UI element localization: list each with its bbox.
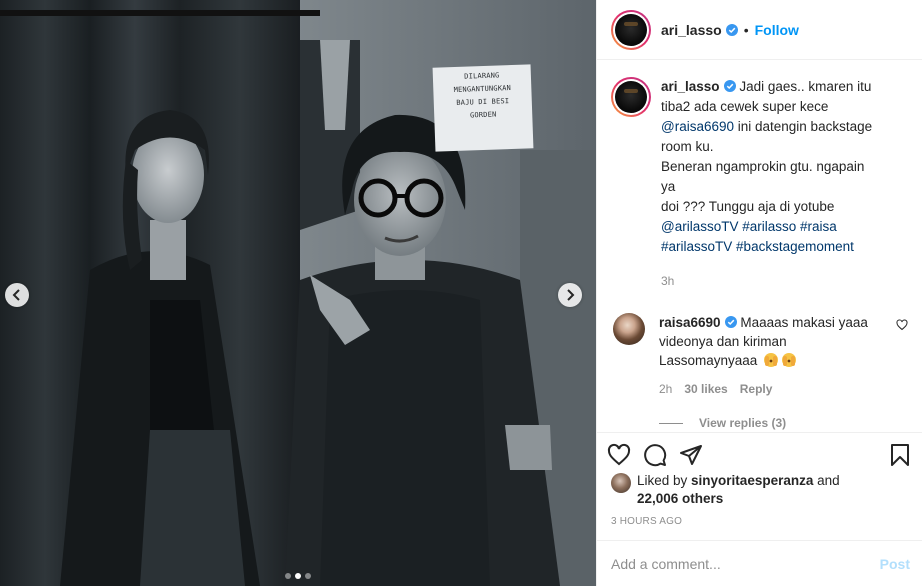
follow-button[interactable]: Follow — [755, 22, 799, 38]
chevron-left-icon — [12, 289, 20, 301]
heart-icon — [607, 443, 631, 466]
previous-image-button[interactable] — [5, 283, 29, 307]
caption-username[interactable]: ari_lasso — [661, 79, 720, 94]
commenter-username[interactable]: raisa6690 — [659, 315, 721, 330]
caption-text: room ku. — [661, 139, 714, 154]
comment-meta: 2h 30 likes Reply — [659, 382, 908, 396]
post-timestamp[interactable]: 3 HOURS AGO — [611, 516, 682, 527]
reply-button[interactable]: Reply — [740, 382, 773, 396]
likes-others-link[interactable]: 22,006 others — [637, 491, 723, 506]
verified-badge-icon — [724, 316, 737, 328]
face-with-hands-emoji-icon — [782, 353, 797, 367]
comment-like-heart-icon[interactable] — [896, 319, 908, 331]
like-button[interactable] — [607, 439, 643, 471]
view-replies-label: View replies (3) — [699, 416, 787, 430]
liker-avatar[interactable] — [611, 473, 631, 493]
post-actions-bar — [597, 432, 922, 472]
likes-text: Liked by sinyoritaesperanza and 22,006 o… — [637, 472, 840, 508]
carousel-dot-active — [295, 573, 301, 579]
save-button[interactable] — [876, 439, 912, 471]
comment-text: videonya dan kiriman — [659, 334, 787, 349]
caption-author-avatar[interactable] — [611, 77, 651, 117]
hashtag-link[interactable]: #raisa — [800, 219, 837, 234]
comments-section[interactable]: ari_lasso Jadi gaes.. kmaren itu tiba2 a… — [597, 61, 922, 431]
backstage-sign: DILARANG MENGANTUNGKAN BAJU DI BESI GORD… — [432, 64, 534, 152]
carousel-dot — [285, 573, 291, 579]
carousel-indicator — [0, 573, 596, 579]
caption-body: ari_lasso Jadi gaes.. kmaren itu tiba2 a… — [661, 77, 881, 291]
add-comment-bar: Post — [597, 540, 922, 586]
mention-link[interactable]: @arilassoTV — [661, 219, 738, 234]
hashtag-link[interactable]: #backstagemoment — [736, 239, 854, 254]
caption-text: Jadi gaes.. kmaren itu — [739, 79, 872, 94]
likes-and: and — [813, 473, 840, 488]
bookmark-icon — [891, 444, 909, 466]
commenter-avatar[interactable] — [613, 313, 645, 345]
post-media[interactable]: DILARANG MENGANTUNGKAN BAJU DI BESI GORD… — [0, 0, 596, 586]
next-image-button[interactable] — [558, 283, 582, 307]
liker-username[interactable]: sinyoritaesperanza — [691, 473, 813, 488]
comment-button[interactable] — [643, 439, 679, 471]
comment-likes-count[interactable]: 30 likes — [684, 382, 727, 396]
view-replies-button[interactable]: View replies (3) — [659, 416, 908, 430]
verified-badge-icon — [725, 23, 738, 36]
caption-text: doi ??? Tunggu aja di yotube — [661, 199, 835, 214]
post-header: ari_lasso • Follow — [597, 0, 922, 60]
hashtag-link[interactable]: #arilassoTV — [661, 239, 732, 254]
caption-timestamp[interactable]: 3h — [661, 271, 881, 291]
paper-plane-icon — [680, 445, 702, 465]
post-details-panel: ari_lasso • Follow ari_lasso Jadi gaes..… — [596, 0, 922, 586]
speech-bubble-icon — [644, 444, 667, 467]
caption-text: tiba2 ada cewek super kece — [661, 99, 829, 114]
caption-text: ini datengin backstage — [734, 119, 873, 134]
comment-body: raisa6690 Maaaas makasi yaaa videonya da… — [659, 313, 869, 370]
post-comment-button[interactable]: Post — [880, 556, 910, 572]
comment-text: Lassomaynyaaa — [659, 353, 758, 368]
mention-link[interactable]: @raisa6690 — [661, 119, 734, 134]
follow-separator: • — [743, 21, 749, 38]
face-with-hands-emoji-icon — [764, 353, 779, 367]
divider — [659, 422, 683, 424]
chevron-right-icon — [567, 289, 575, 301]
hashtag-link[interactable]: #arilasso — [742, 219, 796, 234]
verified-badge-icon — [723, 80, 736, 92]
likes-summary: Liked by sinyoritaesperanza and 22,006 o… — [611, 472, 911, 508]
carousel-dot — [305, 573, 311, 579]
caption-text: Beneran ngamprokin gtu. ngapain ya — [661, 159, 865, 194]
caption: ari_lasso Jadi gaes.. kmaren itu tiba2 a… — [611, 77, 908, 291]
share-button[interactable] — [679, 439, 715, 471]
comment-item: raisa6690 Maaaas makasi yaaa videonya da… — [611, 313, 908, 370]
comment-input[interactable] — [611, 555, 880, 572]
likes-prefix: Liked by — [637, 473, 692, 488]
author-avatar[interactable] — [611, 9, 651, 50]
author-username[interactable]: ari_lasso — [661, 22, 722, 38]
comment-text: Maaaas makasi yaaa — [740, 315, 868, 330]
comment-timestamp[interactable]: 2h — [659, 382, 672, 396]
